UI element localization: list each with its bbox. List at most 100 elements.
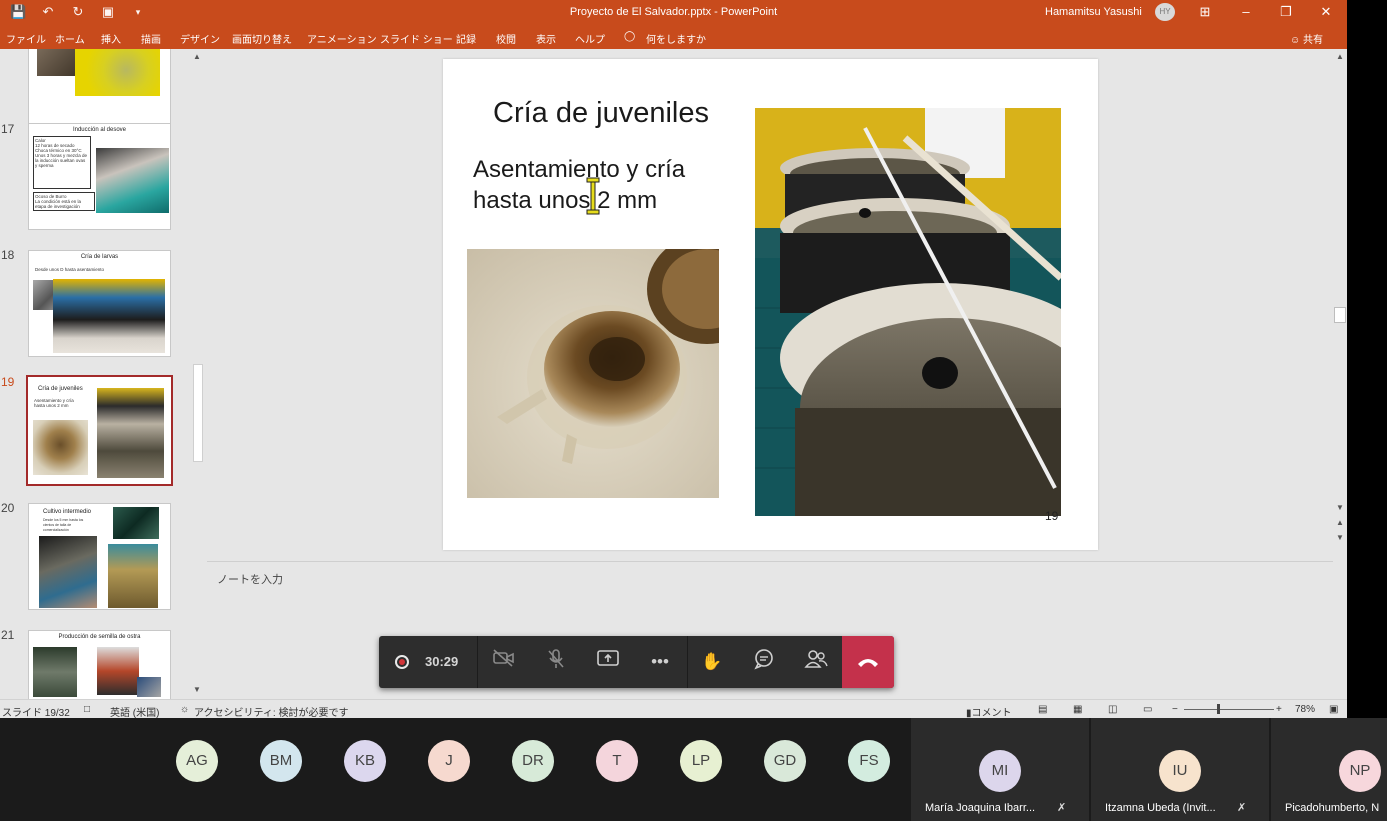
raise-hand-button[interactable]: ✋ bbox=[697, 648, 727, 676]
slide-title[interactable]: Cría de juveniles bbox=[493, 97, 709, 130]
title-bar: 💾 ↶ ↻ ▣ ▾ Proyecto de El Salvador.pptx -… bbox=[0, 0, 1347, 25]
chat-button[interactable] bbox=[749, 648, 779, 676]
current-slide[interactable]: Cría de juveniles Asentamiento y cría ha… bbox=[443, 59, 1098, 550]
slide-editor[interactable]: Cría de juveniles Asentamiento y cría ha… bbox=[207, 49, 1333, 561]
zoom-percent[interactable]: 78% bbox=[1295, 704, 1315, 715]
participant-avatar[interactable]: KB bbox=[344, 740, 386, 782]
share-content-button[interactable] bbox=[593, 648, 623, 676]
slide-body-line: Asentamiento y cría bbox=[473, 156, 686, 183]
scroll-up-icon[interactable]: ▲ bbox=[1336, 52, 1344, 61]
scroll-down-icon[interactable]: ▼ bbox=[193, 685, 201, 694]
participant-avatar[interactable]: GD bbox=[764, 740, 806, 782]
slide-body-text[interactable]: Asentamiento y cría hasta unos 2 mm bbox=[473, 154, 733, 216]
thumb-text: Desde los 5 mm hasta los cientos de talla… bbox=[43, 518, 84, 532]
screen-edge bbox=[1347, 0, 1387, 718]
participant-avatar[interactable]: J bbox=[428, 740, 470, 782]
accessibility-icon: ☼ bbox=[180, 704, 190, 715]
slide-counter[interactable]: スライド 19/32 bbox=[2, 704, 70, 718]
zoom-in-icon[interactable]: + bbox=[1276, 704, 1282, 715]
thumb-box: Ocoso de Burro La condición está en la eta… bbox=[33, 192, 95, 211]
slide-thumbnail-18[interactable]: Cría de larvas Desde unos D hasta asenta… bbox=[28, 250, 171, 357]
slide-thumbnails-pane[interactable]: 17 Inducción al desove Calor 12 horas de … bbox=[0, 49, 205, 699]
tell-me-search[interactable]: 何をしますか bbox=[646, 31, 706, 46]
person-icon: ☺ bbox=[1290, 35, 1301, 46]
zoom-slider-thumb[interactable] bbox=[1217, 704, 1220, 714]
status-bar: スライド 19/32 □ 英語 (米国) ☼ アクセシビリティ: 検討が必要です… bbox=[0, 699, 1347, 718]
participant-avatar[interactable]: FS bbox=[848, 740, 890, 782]
slide-sorter-icon[interactable]: ▦ bbox=[1073, 704, 1082, 715]
close-icon[interactable]: ✕ bbox=[1315, 3, 1337, 21]
scrollbar-thumb[interactable] bbox=[1334, 307, 1346, 323]
scroll-down-icon[interactable]: ▼ bbox=[1336, 503, 1344, 512]
slide-number: 21 bbox=[1, 628, 15, 642]
zoom-out-icon[interactable]: − bbox=[1172, 704, 1178, 715]
hang-up-button[interactable] bbox=[842, 636, 894, 688]
thumb-photo bbox=[108, 544, 158, 608]
user-name[interactable]: Hamamitsu Yasushi bbox=[1045, 6, 1142, 18]
tab-view[interactable]: 表示 bbox=[536, 31, 556, 46]
comments-button[interactable]: ▮コメント bbox=[966, 704, 1012, 718]
accessibility-status[interactable]: アクセシビリティ: 検討が必要です bbox=[194, 704, 348, 718]
next-slide-icon[interactable]: ▼ bbox=[1336, 533, 1344, 542]
tab-slideshow[interactable]: スライド ショー bbox=[380, 31, 453, 46]
tab-draw[interactable]: 描画 bbox=[141, 31, 161, 46]
camera-off-button[interactable] bbox=[489, 648, 519, 676]
slide-thumbnail-17[interactable]: Inducción al desove Calor 12 horas de sec… bbox=[28, 123, 171, 230]
slide-thumbnail-21[interactable]: Producción de semilla de ostra bbox=[28, 630, 171, 699]
participant-avatar: NP bbox=[1339, 750, 1381, 792]
minimize-icon[interactable]: – bbox=[1235, 3, 1257, 21]
share-screen-icon bbox=[597, 650, 619, 666]
thumb-title: Producción de semilla de ostra bbox=[58, 634, 141, 640]
participants-button[interactable] bbox=[801, 648, 831, 676]
share-button[interactable]: ☺ 共有 bbox=[1290, 31, 1323, 46]
screen: 💾 ↶ ↻ ▣ ▾ Proyecto de El Salvador.pptx -… bbox=[0, 0, 1387, 821]
tab-transitions[interactable]: 画面切り替え bbox=[232, 31, 292, 46]
juvenile-oyster-photo[interactable] bbox=[467, 249, 719, 498]
participant-tile[interactable]: IU Itzamna Ubeda (Invit... ✗ bbox=[1091, 718, 1269, 821]
spellcheck-icon[interactable]: □ bbox=[84, 704, 90, 715]
participant-avatar[interactable]: BM bbox=[260, 740, 302, 782]
thumbnails-scrollbar[interactable]: ▲ ▼ bbox=[191, 49, 205, 699]
thumb-photo bbox=[33, 647, 77, 697]
more-options-button[interactable]: ••• bbox=[645, 648, 675, 676]
participant-avatar[interactable]: AG bbox=[176, 740, 218, 782]
fit-slide-icon[interactable]: ▣ bbox=[1329, 704, 1338, 715]
tab-record[interactable]: 記録 bbox=[456, 31, 476, 46]
tab-insert[interactable]: 挿入 bbox=[101, 31, 121, 46]
scroll-up-icon[interactable]: ▲ bbox=[193, 52, 201, 61]
notes-placeholder[interactable]: ノートを入力 bbox=[217, 571, 283, 587]
participant-avatar[interactable]: LP bbox=[680, 740, 722, 782]
reading-view-icon[interactable]: ◫ bbox=[1108, 704, 1117, 715]
zoom-slider[interactable] bbox=[1184, 709, 1274, 710]
mic-off-icon: ✗ bbox=[1237, 802, 1247, 814]
participant-avatar[interactable]: DR bbox=[512, 740, 554, 782]
participant-avatar[interactable]: T bbox=[596, 740, 638, 782]
participant-tile[interactable]: MI María Joaquina Ibarr... ✗ bbox=[911, 718, 1089, 821]
tab-file[interactable]: ファイル bbox=[6, 31, 46, 46]
thumb-photo bbox=[96, 148, 169, 213]
tab-review[interactable]: 校閲 bbox=[496, 31, 516, 46]
slideshow-view-icon[interactable]: ▭ bbox=[1143, 704, 1152, 715]
participant-tile[interactable]: NP Picadohumberto, N bbox=[1271, 718, 1387, 821]
normal-view-icon[interactable]: ▤ bbox=[1038, 704, 1047, 715]
tab-animations[interactable]: アニメーション bbox=[307, 31, 377, 46]
slide-thumbnail-19[interactable]: Cría de juveniles Asentamiento y cría has… bbox=[26, 375, 173, 486]
language-indicator[interactable]: 英語 (米国) bbox=[110, 704, 159, 718]
thumb-photo bbox=[33, 420, 88, 475]
thumb-photo bbox=[97, 647, 139, 695]
participant-name: Picadohumberto, N bbox=[1285, 802, 1380, 814]
participant-name: Itzamna Ubeda (Invit... bbox=[1105, 802, 1216, 814]
previous-slide-icon[interactable]: ▲ bbox=[1336, 518, 1344, 527]
tab-design[interactable]: デザイン bbox=[180, 31, 220, 46]
mute-button[interactable] bbox=[541, 648, 571, 676]
tab-home[interactable]: ホーム bbox=[55, 31, 85, 46]
slide-thumbnail-20[interactable]: Cultivo intermedio Desde los 5 mm hasta … bbox=[28, 503, 171, 610]
ribbon-display-icon[interactable]: ⊞ bbox=[1194, 3, 1216, 21]
scrollbar-thumb[interactable] bbox=[193, 364, 203, 462]
restore-icon[interactable]: ❐ bbox=[1275, 3, 1297, 21]
editor-scrollbar[interactable]: ▲ ▼ ▲ ▼ bbox=[1333, 49, 1347, 699]
nursery-tanks-photo[interactable] bbox=[755, 108, 1061, 516]
share-label: 共有 bbox=[1303, 35, 1323, 46]
user-avatar[interactable]: HY bbox=[1155, 3, 1175, 21]
tab-help[interactable]: ヘルプ bbox=[575, 31, 605, 46]
